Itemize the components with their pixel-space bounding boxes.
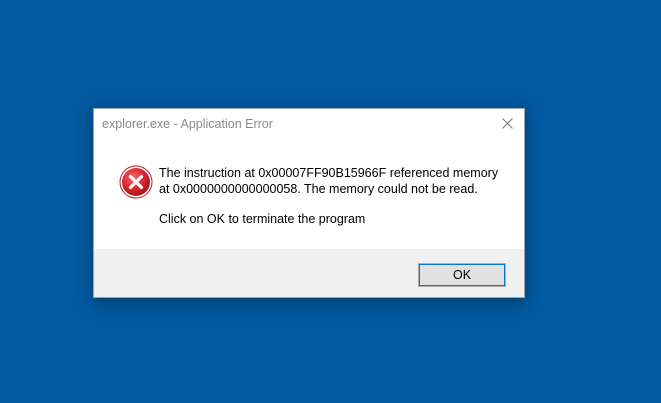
ok-button[interactable]: OK bbox=[418, 263, 506, 287]
desktop-background: explorer.exe - Application Error The ins… bbox=[0, 0, 661, 403]
dialog-content: The instruction at 0x00007FF90B15966F re… bbox=[94, 140, 524, 249]
error-message-text: The instruction at 0x00007FF90B15966F re… bbox=[159, 166, 499, 196]
dialog-titlebar[interactable]: explorer.exe - Application Error bbox=[94, 109, 524, 140]
dialog-footer: OK bbox=[94, 249, 524, 297]
dialog-title: explorer.exe - Application Error bbox=[102, 117, 273, 131]
application-error-dialog: explorer.exe - Application Error The ins… bbox=[93, 108, 525, 298]
error-message: The instruction at 0x00007FF90B15966F re… bbox=[159, 165, 509, 227]
close-button[interactable] bbox=[490, 109, 524, 138]
error-x-icon bbox=[119, 165, 153, 199]
terminate-instruction-text: Click on OK to terminate the program bbox=[159, 212, 366, 226]
close-icon bbox=[501, 118, 513, 129]
